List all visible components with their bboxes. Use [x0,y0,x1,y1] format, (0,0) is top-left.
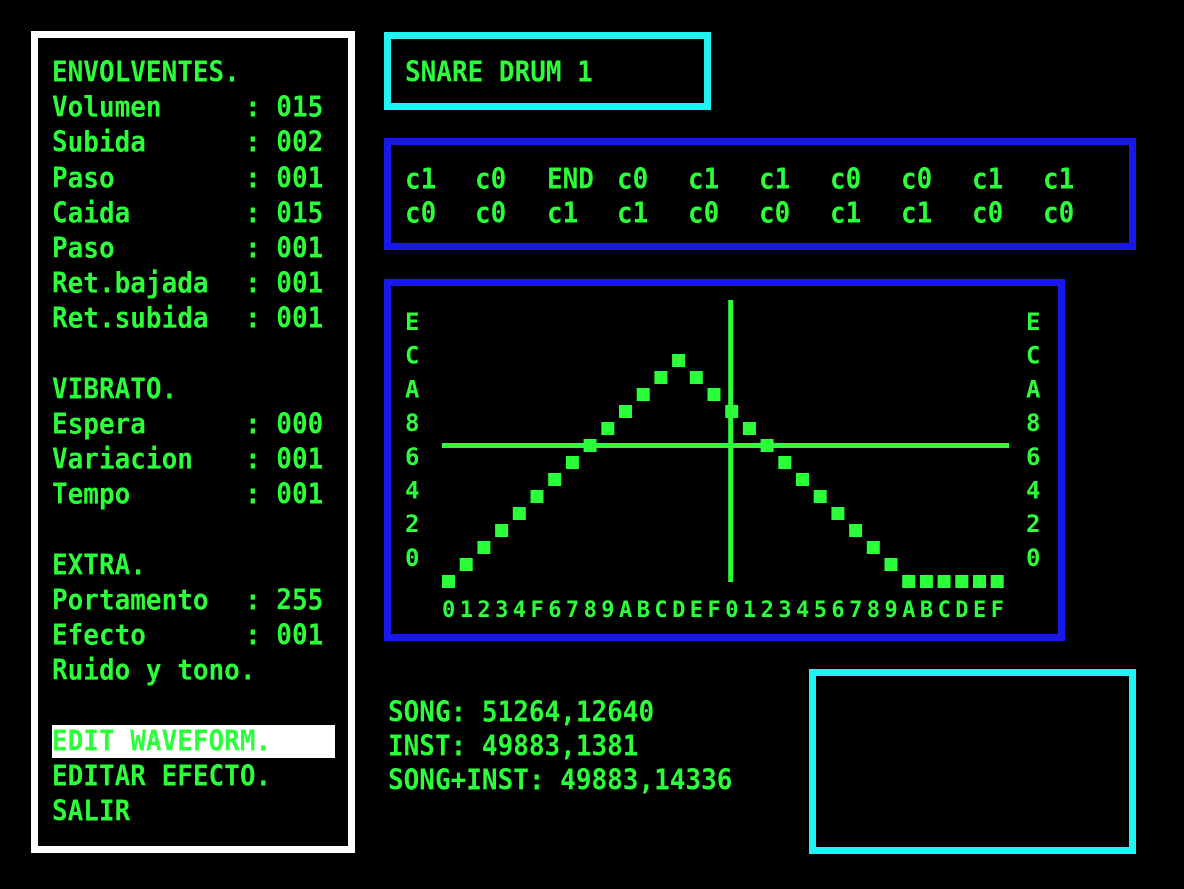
waveform-point[interactable] [548,473,562,486]
waveform-point[interactable] [778,456,792,469]
x-tick-label: 2 [761,598,774,623]
y-tick-label-right: 0 [1026,544,1040,572]
x-tick-label: 4 [513,598,526,623]
waveform-point[interactable] [636,388,650,401]
waveform-point[interactable] [760,439,774,452]
waveform-point[interactable] [459,558,473,571]
x-tick-label: 9 [601,598,614,623]
x-tick-label: C [654,598,667,623]
song-inst-memory: SONG+INST: 49883,14336 [388,764,733,797]
y-tick-label-right: A [1026,375,1041,403]
x-tick-label: D [672,598,685,623]
x-tick-label: 1 [743,598,756,623]
x-tick-label: 0 [442,598,455,623]
waveform-point[interactable] [973,575,986,588]
x-tick-label: 1 [460,598,473,623]
x-tick-label: 8 [867,598,880,623]
x-tick-label: 3 [495,598,508,623]
y-tick-label-right: 4 [1026,477,1040,505]
y-tick-label-left: 8 [405,409,419,437]
x-tick-label: 8 [584,598,597,623]
x-tick-label: F [708,598,721,623]
waveform-point[interactable] [990,575,1004,588]
x-tick-label: F [531,598,544,623]
x-tick-label: 4 [796,598,809,623]
waveform-point[interactable] [742,422,756,435]
waveform-point[interactable] [495,524,509,537]
waveform-point[interactable] [512,507,526,520]
x-tick-label: 6 [831,598,844,623]
x-tick-label: A [619,598,632,623]
waveform-point[interactable] [707,388,721,401]
x-tick-label: B [920,598,933,623]
waveform-point[interactable] [619,405,632,418]
waveform-point[interactable] [565,456,579,469]
waveform-point[interactable] [866,541,880,554]
waveform-point[interactable] [689,371,703,384]
waveform-point[interactable] [442,575,455,588]
waveform-point[interactable] [955,575,969,588]
y-tick-label-right: E [1026,308,1040,336]
x-tick-label: E [973,598,986,623]
waveform-point[interactable] [672,354,686,367]
waveform-point[interactable] [831,507,845,520]
waveform-point[interactable] [849,524,863,537]
x-tick-label: 9 [885,598,898,623]
y-tick-label-right: C [1026,342,1040,370]
waveform-point[interactable] [813,490,827,503]
x-tick-label: 0 [725,598,738,623]
y-tick-label-right: 6 [1026,443,1040,471]
waveform-point[interactable] [937,575,951,588]
y-tick-label-left: 4 [405,477,419,505]
x-tick-label: 5 [814,598,827,623]
waveform-point[interactable] [477,541,491,554]
waveform-point[interactable] [884,558,898,571]
y-tick-label-left: E [405,308,419,336]
empty-info-box [809,669,1136,854]
y-tick-label-right: 2 [1026,510,1040,538]
x-tick-label: 3 [778,598,791,623]
x-tick-label: 2 [477,598,490,623]
vertical-marker-line[interactable] [728,300,734,582]
x-tick-label: C [938,598,951,623]
y-tick-label-left: 6 [405,443,419,471]
x-tick-label: 6 [548,598,561,623]
x-tick-label: 7 [849,598,862,623]
waveform-point[interactable] [725,405,739,418]
waveform-point[interactable] [654,371,668,384]
song-memory: SONG: 51264,12640 [388,696,655,729]
horizontal-marker-line[interactable] [442,443,1009,448]
x-tick-label: 7 [566,598,579,623]
waveform-point[interactable] [902,575,916,588]
x-tick-label: B [637,598,650,623]
y-tick-label-left: 0 [405,544,419,572]
y-tick-label-left: C [405,342,419,370]
waveform-point[interactable] [530,490,544,503]
x-tick-label: E [690,598,703,623]
x-tick-label: D [955,598,968,623]
inst-memory: INST: 49883,1381 [388,730,639,763]
y-tick-label-right: 8 [1026,409,1040,437]
waveform-point[interactable] [796,473,809,486]
x-tick-label: A [902,598,915,623]
waveform-point[interactable] [583,439,597,452]
waveform-point[interactable] [919,575,933,588]
waveform-point[interactable] [601,422,615,435]
y-tick-label-left: A [405,375,420,403]
x-tick-label: F [991,598,1004,623]
y-tick-label-left: 2 [405,510,419,538]
